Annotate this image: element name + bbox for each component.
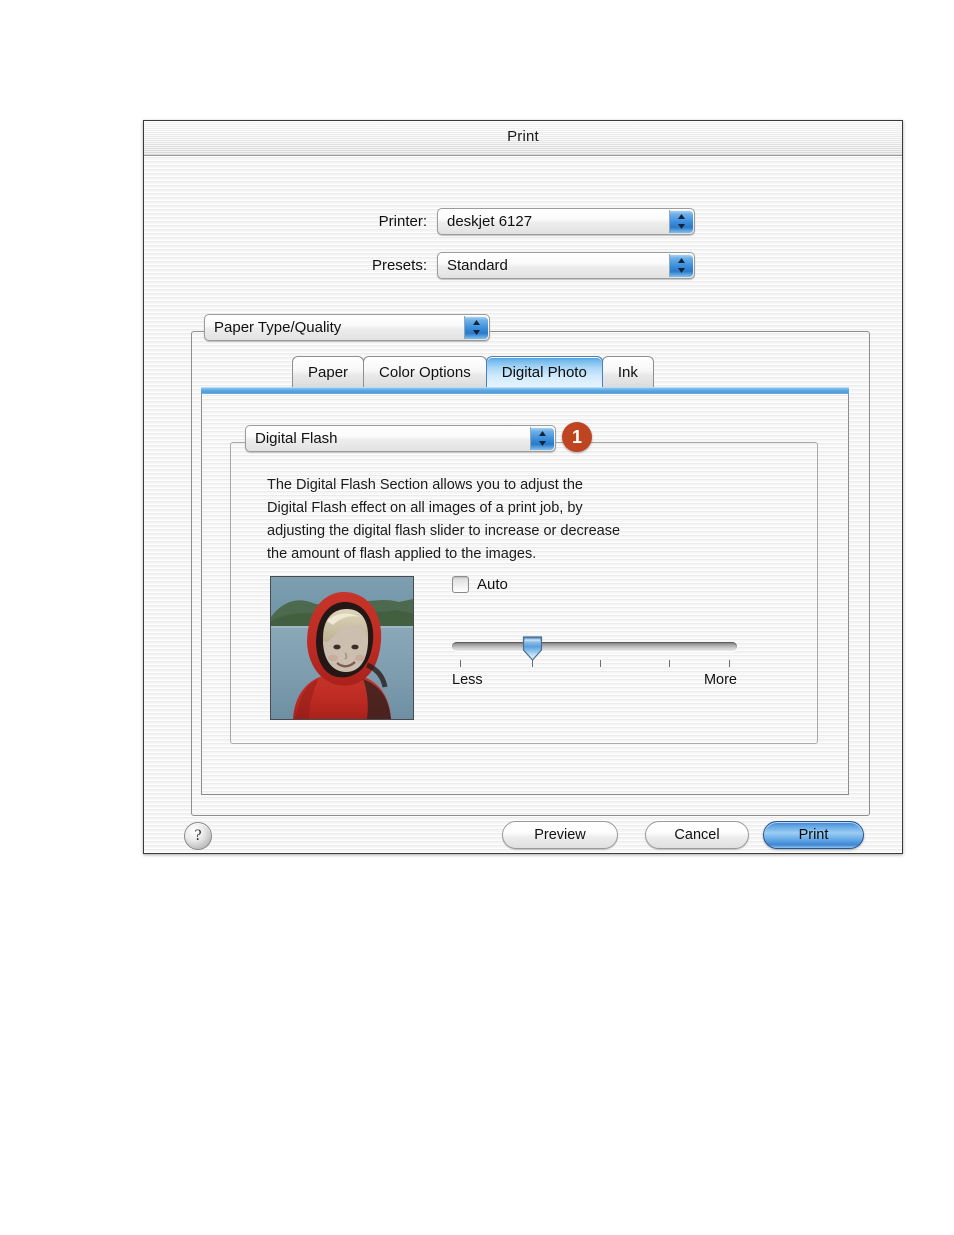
preview-button[interactable]: Preview: [502, 821, 618, 849]
digital-flash-description: The Digital Flash Section allows you to …: [267, 474, 787, 566]
tab-ink-label: Ink: [617, 363, 638, 381]
description-line-4: the amount of flash applied to the image…: [267, 546, 537, 562]
description-line-2: Digital Flash effect on all images of a …: [267, 500, 583, 516]
tab-strip: Paper Color Options Digital Photo Ink: [292, 356, 654, 387]
tab-color-options[interactable]: Color Options: [363, 356, 487, 387]
digital-flash-value: Digital Flash: [255, 430, 338, 447]
printer-value: deskjet 6127: [447, 213, 533, 230]
pane-select[interactable]: Paper Type/Quality: [204, 314, 490, 341]
digital-flash-select[interactable]: Digital Flash: [245, 425, 556, 452]
preview-button-label: Preview: [534, 827, 586, 843]
slider-tick: [600, 660, 601, 667]
tab-paper[interactable]: Paper: [292, 356, 365, 387]
help-button[interactable]: ?: [184, 822, 212, 850]
presets-row: Presets: Standard: [277, 252, 695, 279]
help-button-label: ?: [194, 827, 202, 844]
slider-tick: [669, 660, 670, 667]
slider-tick: [460, 660, 461, 667]
digital-flash-slider[interactable]: Less More: [452, 636, 737, 692]
slider-tick: [532, 660, 533, 667]
tab-paper-label: Paper: [308, 363, 349, 381]
pane-select-value: Paper Type/Quality: [214, 319, 342, 336]
tab-ink[interactable]: Ink: [601, 356, 654, 387]
tab-digital-photo-label: Digital Photo: [501, 363, 587, 381]
print-button-label: Print: [798, 827, 829, 843]
presets-label: Presets:: [371, 257, 427, 274]
tab-digital-photo[interactable]: Digital Photo: [485, 356, 603, 387]
digital-photo-panel: Digital Flash 1 The Digital Flash Sectio…: [201, 394, 849, 795]
slider-tick: [729, 660, 730, 667]
printer-label: Printer:: [378, 213, 427, 230]
slider-track[interactable]: [452, 642, 737, 651]
printer-row: Printer: deskjet 6127: [277, 208, 695, 235]
cancel-button-label: Cancel: [674, 827, 720, 843]
print-dialog-window: Print Printer: deskjet 6127 Presets: Sta…: [143, 120, 903, 854]
auto-checkbox-row[interactable]: Auto: [452, 576, 508, 593]
preview-thumbnail-image: [271, 577, 413, 719]
chevron-updown-icon: [530, 427, 554, 450]
window-title: Print: [507, 128, 539, 145]
presets-select[interactable]: Standard: [437, 252, 695, 279]
window-titlebar[interactable]: Print: [144, 121, 902, 156]
presets-value: Standard: [447, 257, 508, 274]
callout-badge-1: 1: [562, 422, 592, 452]
printer-select[interactable]: deskjet 6127: [437, 208, 695, 235]
dialog-body: Printer: deskjet 6127 Presets: Standard: [144, 156, 902, 853]
slider-thumb[interactable]: [521, 635, 544, 661]
auto-checkbox[interactable]: [452, 576, 469, 593]
preview-thumbnail: [270, 576, 414, 720]
print-button[interactable]: Print: [763, 821, 864, 849]
callout-badge-1-label: 1: [571, 426, 582, 447]
auto-checkbox-label: Auto: [477, 576, 508, 593]
chevron-updown-icon: [669, 210, 693, 233]
cancel-button[interactable]: Cancel: [645, 821, 749, 849]
description-line-3: adjusting the digital flash slider to in…: [267, 523, 621, 539]
slider-max-label: More: [703, 672, 737, 688]
chevron-updown-icon: [464, 316, 488, 339]
chevron-updown-icon: [669, 254, 693, 277]
tab-color-options-label: Color Options: [379, 363, 471, 381]
description-line-1: The Digital Flash Section allows you to …: [267, 477, 583, 493]
slider-min-label: Less: [452, 672, 483, 688]
